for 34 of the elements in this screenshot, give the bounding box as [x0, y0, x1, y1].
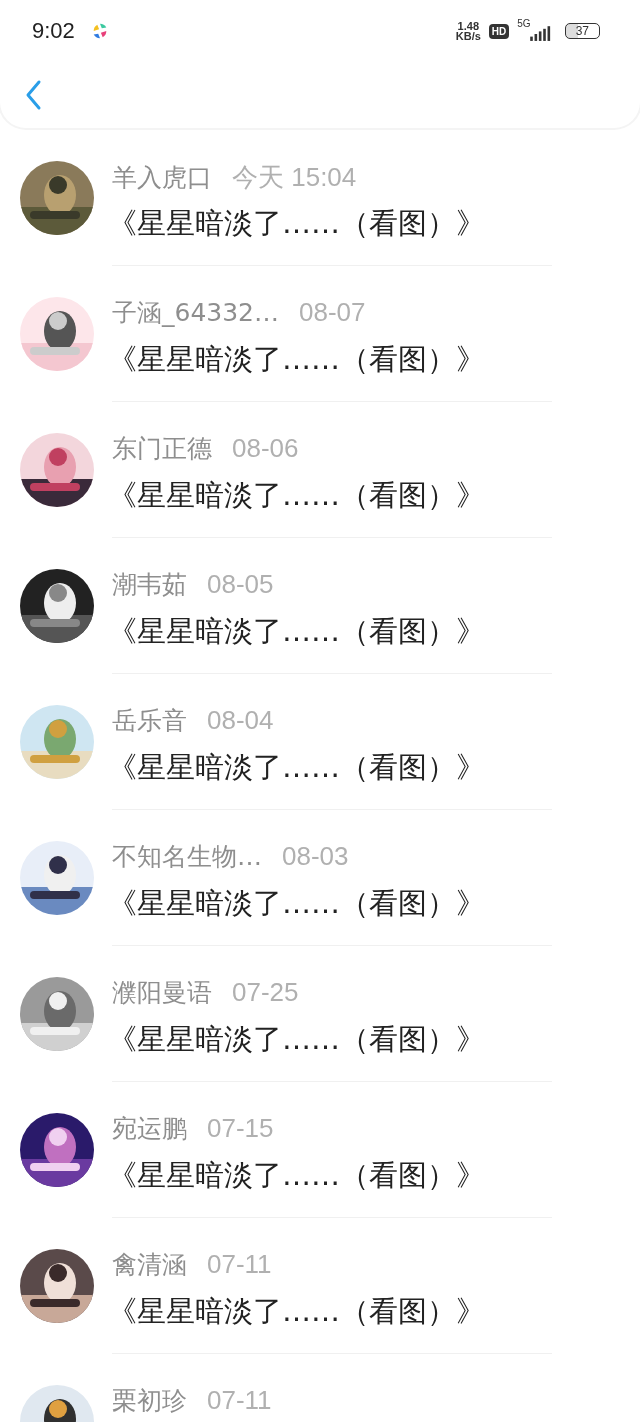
message-date: 08-04	[207, 705, 274, 736]
message-title[interactable]: 《星星暗淡了……（看图）》	[108, 340, 552, 380]
message-date: 07-11	[207, 1249, 272, 1280]
sender-name: 栗初珍	[112, 1385, 187, 1417]
message-date: 07-25	[232, 977, 299, 1008]
message-date: 08-03	[282, 841, 349, 872]
hd-badge: HD	[488, 23, 510, 39]
message-date: 08-06	[232, 433, 299, 464]
message-title[interactable]: 《星星暗淡了……（看图）》	[108, 476, 552, 516]
sender-name: 不知名生物…	[112, 841, 262, 873]
sender-name: 东门正德	[112, 433, 212, 465]
message-title[interactable]: 《星星暗淡了……（看图）》	[108, 612, 552, 652]
sender-name: 潮韦茹	[112, 569, 187, 601]
message-title[interactable]: 《星星暗淡了……（看图）》	[108, 884, 552, 924]
sender-name: 禽清涵	[112, 1249, 187, 1281]
sender-name: 岳乐音	[112, 705, 187, 737]
message-date: 08-07	[299, 297, 366, 328]
message-title[interactable]: 《星星暗淡了……（看图）》	[108, 204, 552, 244]
message-date: 07-15	[207, 1113, 274, 1144]
message-date: 07-11	[207, 1385, 272, 1416]
message-date: 今天 15:04	[232, 161, 357, 194]
sender-name: 宛运鹏	[112, 1113, 187, 1145]
message-title[interactable]: 《星星暗淡了……（看图）》	[108, 1020, 552, 1060]
network-speed: 1.48 KB/s	[455, 21, 481, 41]
message-title[interactable]: 《星星暗淡了……（看图）》	[108, 1292, 552, 1332]
message-date: 08-05	[207, 569, 274, 600]
status-time: 9:02	[32, 18, 75, 44]
sender-name: 羊入虎口	[112, 162, 212, 194]
message-title[interactable]: 《星星暗淡了……（看图）》	[108, 1156, 552, 1196]
battery-indicator: 37	[564, 23, 600, 39]
sender-name: 子涵_64332…	[112, 297, 280, 329]
network-type: 5G	[517, 18, 531, 29]
message-title[interactable]: 《星星暗淡了……（看图）》	[108, 748, 552, 788]
sender-name: 濮阳曼语	[112, 977, 212, 1009]
